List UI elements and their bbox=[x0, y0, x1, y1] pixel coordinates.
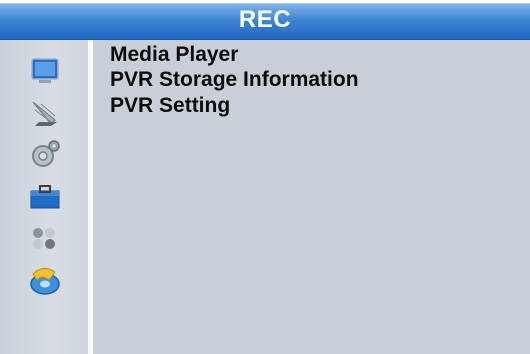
tv-icon[interactable] bbox=[27, 52, 63, 88]
rec-menu-screen: REC Media Player PVR Storage Information… bbox=[0, 0, 530, 354]
menu-item-pvr-storage-information[interactable]: PVR Storage Information bbox=[110, 69, 359, 91]
page-title: REC bbox=[238, 6, 292, 33]
menu-item-pvr-setting[interactable]: PVR Setting bbox=[110, 95, 230, 117]
settings-gear-icon[interactable] bbox=[27, 136, 63, 172]
sidebar bbox=[0, 40, 88, 354]
satellite-dish-icon[interactable] bbox=[27, 94, 63, 130]
menu-item-media-player[interactable]: Media Player bbox=[110, 44, 238, 66]
title-bar: REC bbox=[0, 3, 530, 40]
menu-panel: Media Player PVR Storage Information PVR… bbox=[93, 40, 530, 354]
record-disc-icon[interactable] bbox=[27, 262, 63, 298]
toolbox-icon[interactable] bbox=[27, 178, 63, 214]
games-icon[interactable] bbox=[27, 220, 63, 256]
